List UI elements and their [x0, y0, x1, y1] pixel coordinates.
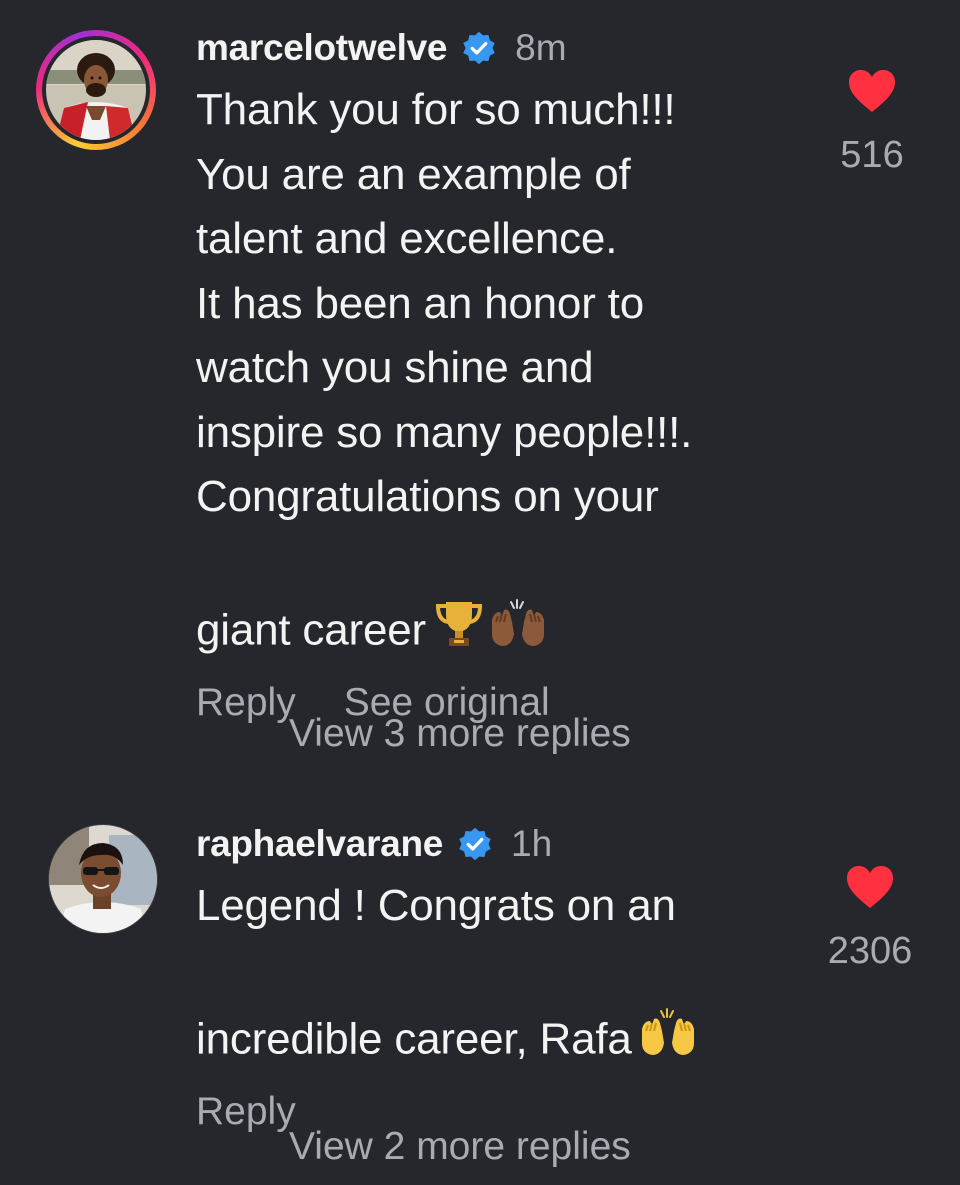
avatar-image — [46, 40, 146, 140]
like-control: 516 — [812, 68, 932, 177]
verified-badge-icon — [459, 827, 491, 861]
raising-hands-icon — [488, 530, 548, 667]
like-control: 2306 — [800, 864, 940, 973]
avatar[interactable] — [36, 30, 156, 150]
comment-body: raphaelvarane 1h Legend ! Congrats on an… — [196, 816, 756, 1138]
username[interactable]: raphaelvarane — [196, 823, 443, 865]
heart-icon[interactable] — [847, 68, 897, 114]
comment-text: Thank you for so much!!! You are an exam… — [196, 78, 756, 667]
heart-icon[interactable] — [845, 864, 895, 910]
trophy-icon — [432, 534, 486, 667]
comment-header: marcelotwelve 8m — [196, 20, 756, 76]
comment-body: marcelotwelve 8m Thank you for so much!!… — [196, 20, 756, 729]
view-more-replies-button[interactable]: View 2 more replies — [289, 1125, 631, 1169]
like-count: 516 — [840, 134, 904, 176]
like-count: 2306 — [827, 930, 913, 972]
comment-time: 8m — [515, 27, 567, 68]
reply-button[interactable]: Reply — [196, 681, 296, 725]
avatar-image — [48, 824, 158, 934]
avatar[interactable] — [48, 824, 158, 934]
comment-header: raphaelvarane 1h — [196, 816, 756, 872]
view-more-replies-button[interactable]: View 3 more replies — [289, 712, 631, 756]
raising-hands-icon — [638, 939, 698, 1076]
comment-text: Legend ! Congrats on an incredible caree… — [196, 874, 756, 1076]
reply-button[interactable]: Reply — [196, 1090, 296, 1134]
verified-badge-icon — [463, 31, 495, 65]
username[interactable]: marcelotwelve — [196, 27, 447, 69]
comment-text-content: Legend ! Congrats on an incredible caree… — [196, 881, 676, 1063]
comment-time: 1h — [511, 823, 553, 864]
